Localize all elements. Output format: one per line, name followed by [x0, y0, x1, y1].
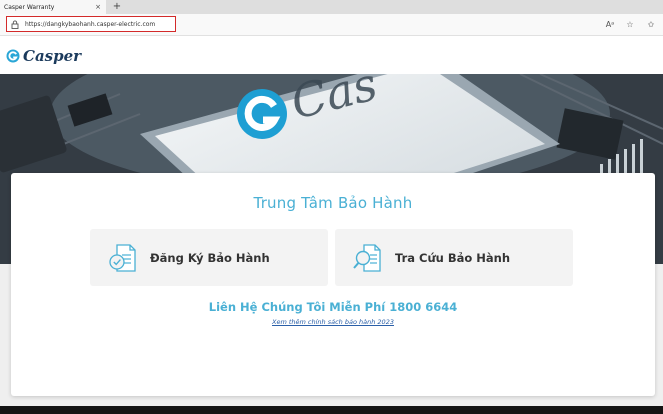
lock-icon: [11, 20, 19, 29]
new-tab-button[interactable]: +: [110, 0, 124, 14]
read-aloud-icon[interactable]: Aᵃ: [604, 19, 616, 31]
warranty-card: Trung Tâm Bảo Hành Đăng Ký Bảo Hành Tra …: [11, 173, 655, 396]
tab-title: Casper Warranty: [4, 3, 55, 11]
favorites-icon[interactable]: ✩: [645, 19, 657, 31]
register-warranty-button[interactable]: Đăng Ký Bảo Hành: [90, 229, 328, 286]
register-warranty-label: Đăng Ký Bảo Hành: [150, 250, 270, 265]
close-tab-icon[interactable]: ×: [94, 3, 102, 11]
address-bar: https://dangkybaohanh.casper-electric.co…: [0, 14, 663, 36]
casper-logo-mark-icon: [6, 49, 20, 63]
site-header: Casper: [0, 36, 663, 74]
page-title: Trung Tâm Bảo Hành: [253, 194, 413, 212]
browser-tab[interactable]: Casper Warranty ×: [0, 0, 106, 14]
register-document-check-icon: [109, 243, 136, 272]
url-text: https://dangkybaohanh.casper-electric.co…: [25, 20, 156, 28]
lookup-warranty-button[interactable]: Tra Cứu Bảo Hành: [335, 229, 573, 286]
lookup-warranty-label: Tra Cứu Bảo Hành: [395, 250, 511, 265]
url-field[interactable]: https://dangkybaohanh.casper-electric.co…: [6, 16, 176, 32]
contact-hotline: Liên Hệ Chúng Tôi Miễn Phí 1800 6644: [208, 300, 458, 314]
policy-link[interactable]: Xem thêm chính sách bảo hành 2023: [11, 318, 655, 326]
bottom-edge: [0, 406, 663, 414]
favorite-add-icon[interactable]: ☆: [624, 19, 636, 31]
casper-logo[interactable]: Casper: [6, 47, 82, 65]
browser-tab-bar: Casper Warranty × +: [0, 0, 663, 14]
logo-text: Casper: [23, 47, 82, 65]
lookup-document-search-icon: [353, 243, 381, 272]
